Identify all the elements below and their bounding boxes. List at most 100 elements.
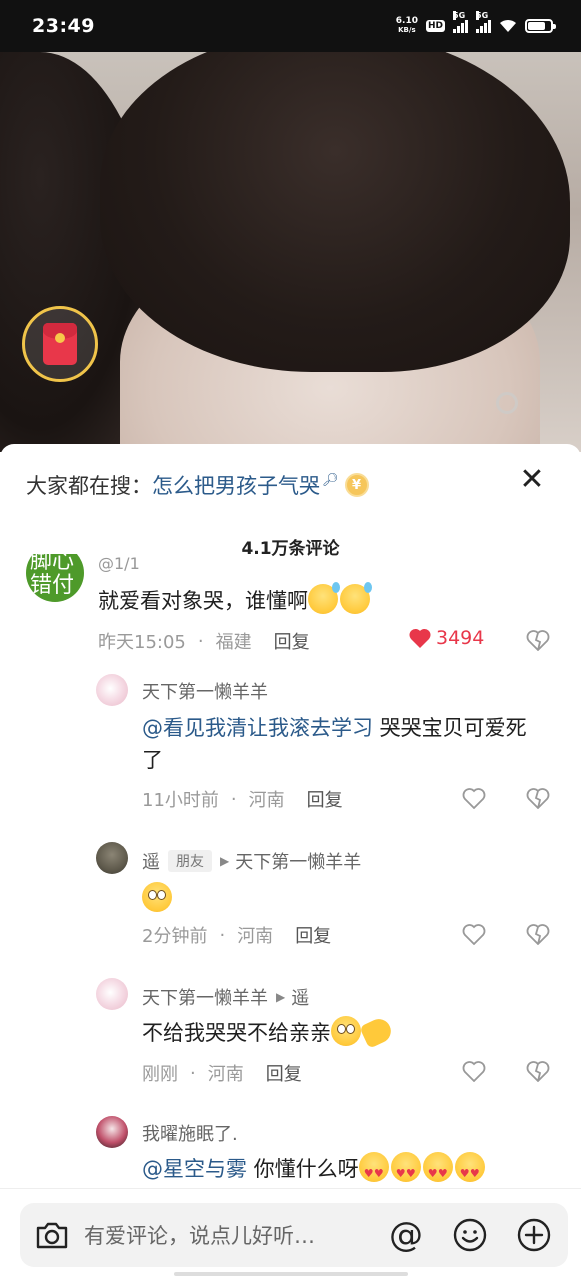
camera-icon[interactable]: [34, 1219, 70, 1251]
hd-icon: HD: [425, 20, 445, 32]
comment-text: 就爱看对象哭，谁懂啊: [98, 582, 372, 617]
dislike-icon[interactable]: [526, 923, 550, 945]
search-prefix: 大家都在搜：: [26, 474, 152, 498]
separator: ·: [219, 924, 226, 946]
dislike-icon[interactable]: [526, 787, 550, 809]
home-indicator[interactable]: [174, 1272, 408, 1276]
reply-arrow-icon: ▶: [276, 990, 286, 1004]
search-suggestion[interactable]: 大家都在搜： 怎么把男孩子气哭 🔎︎ ¥: [26, 470, 369, 500]
comment-username[interactable]: 天下第一懒羊羊: [142, 984, 268, 1010]
comment-header: 遥 朋友 ▶ 天下第一懒羊羊: [142, 848, 361, 874]
comment-meta: 刚刚 · 河南 回复: [142, 1060, 302, 1086]
avatar[interactable]: [96, 1116, 128, 1148]
mention-link[interactable]: @看见我清让我滚去学习: [142, 716, 373, 740]
comment-username[interactable]: 天下第一懒羊羊: [142, 678, 268, 704]
heart-eyes-emoji-icon: [390, 1152, 421, 1184]
comment-location: 河南: [237, 926, 274, 947]
like-button[interactable]: 3494: [408, 627, 484, 649]
reply-button[interactable]: 回复: [266, 1060, 302, 1086]
comment-text: @星空与雾 你懂什么呀: [142, 1152, 487, 1184]
comment-meta: 11小时前 · 河南 回复: [142, 786, 343, 812]
hand-emoji-icon: [359, 1015, 395, 1049]
heart-eyes-emoji-icon: [454, 1152, 485, 1184]
comment-panel: 大家都在搜： 怎么把男孩子气哭 🔎︎ ¥ ✕ 4.1万条评论 脚心错付 @1/1…: [0, 444, 581, 1280]
heart-eyes-emoji-icon: [422, 1152, 453, 1184]
add-icon[interactable]: [516, 1217, 552, 1253]
comment-text: @看见我清让我滚去学习 哭哭宝贝可爱死了: [142, 712, 542, 776]
comment-text: 不给我哭哭不给亲亲: [142, 1015, 395, 1049]
reply-to-username[interactable]: 遥: [291, 984, 309, 1010]
comment-username[interactable]: @1/1: [98, 554, 140, 573]
signal-icon: 5G: [453, 11, 468, 33]
flushed-emoji-icon: [331, 1016, 361, 1046]
red-packet-icon: [43, 323, 77, 365]
heart-outline-icon[interactable]: [462, 1060, 486, 1082]
comment-body: 就爱看对象哭，谁懂啊: [98, 589, 308, 613]
friend-badge: 朋友: [168, 850, 212, 872]
video-player[interactable]: [0, 52, 581, 452]
net-speed-value: 6.10: [395, 16, 418, 26]
red-packet-button[interactable]: [22, 306, 98, 382]
heart-filled-icon: [409, 628, 431, 648]
comment-list[interactable]: 脚心错付 @1/1 就爱看对象哭，谁懂啊 昨天15:05 · 福建 回复 349…: [0, 554, 581, 1184]
avatar[interactable]: [96, 978, 128, 1010]
like-count: 3494: [436, 627, 485, 649]
comment-meta: 2分钟前 · 河南 回复: [142, 922, 331, 948]
comment-time: 11小时前: [142, 790, 219, 811]
separator: ·: [230, 788, 237, 810]
close-button[interactable]: ✕: [517, 462, 547, 497]
comment-location: 河南: [248, 790, 285, 811]
video-hair: [100, 52, 570, 372]
wifi-icon: [500, 19, 516, 32]
separator: ·: [197, 630, 204, 652]
signal-icon-2: 5G: [476, 11, 491, 33]
earring: [496, 392, 518, 414]
separator: ·: [190, 1062, 196, 1084]
network-speed: 6.10 KB/s: [396, 17, 418, 35]
reply-arrow-icon: ▶: [220, 854, 230, 868]
reply-button[interactable]: 回复: [307, 786, 343, 812]
avatar[interactable]: [96, 674, 128, 706]
grin-sweat-emoji-icon: [308, 582, 340, 614]
comment-location: 河南: [207, 1064, 244, 1085]
sim1-label: 5G: [453, 11, 466, 20]
reply-button[interactable]: 回复: [274, 628, 310, 654]
status-bar: 23:49 6.10 KB/s HD 5G 5G: [0, 0, 581, 52]
sim2-label: 5G: [476, 11, 489, 20]
mention-at-icon[interactable]: @: [388, 1217, 424, 1253]
comment-meta: 昨天15:05 · 福建 回复: [98, 628, 310, 654]
search-icon: 🔎︎: [322, 472, 339, 488]
comment-input-placeholder[interactable]: 有爱评论，说点儿好听…: [84, 1220, 388, 1250]
comment-location: 福建: [215, 632, 252, 653]
search-term-link[interactable]: 怎么把男孩子气哭: [152, 470, 320, 500]
comment-input-bar: 有爱评论，说点儿好听… @: [0, 1188, 581, 1280]
heart-outline-icon[interactable]: [462, 923, 486, 945]
comment-body: 你懂什么呀: [247, 1157, 359, 1181]
comment-username[interactable]: 遥: [142, 848, 160, 874]
net-speed-unit: KB/s: [398, 26, 416, 34]
comment-input-box[interactable]: 有爱评论，说点儿好听… @: [20, 1203, 568, 1267]
coin-icon: ¥: [344, 473, 369, 497]
comment-body: 不给我哭哭不给亲亲: [142, 1021, 331, 1045]
battery-icon: [525, 19, 556, 33]
dislike-icon[interactable]: [526, 1060, 550, 1082]
emoji-icon[interactable]: [452, 1217, 488, 1253]
comment-time: 刚刚: [142, 1064, 178, 1085]
heart-outline-icon[interactable]: [462, 787, 486, 809]
reply-to-username[interactable]: 天下第一懒羊羊: [235, 848, 361, 874]
comment-text: [142, 882, 174, 915]
reply-button[interactable]: 回复: [295, 922, 331, 948]
comment-header: 天下第一懒羊羊 ▶ 遥: [142, 984, 309, 1010]
avatar[interactable]: [96, 842, 128, 874]
mention-link[interactable]: @星空与雾: [142, 1157, 247, 1181]
comment-time: 2分钟前: [142, 926, 208, 947]
battery-fill: [528, 22, 545, 30]
status-time: 23:49: [32, 15, 95, 37]
flushed-emoji-icon: [142, 882, 172, 912]
dislike-icon[interactable]: [526, 629, 550, 651]
heart-eyes-emoji-icon: [358, 1152, 389, 1184]
comment-username[interactable]: 我曜施眠了.: [142, 1120, 238, 1146]
avatar[interactable]: 脚心错付: [26, 554, 84, 602]
grin-sweat-emoji-icon: [340, 582, 372, 614]
status-icons: 6.10 KB/s HD 5G 5G: [396, 11, 556, 35]
